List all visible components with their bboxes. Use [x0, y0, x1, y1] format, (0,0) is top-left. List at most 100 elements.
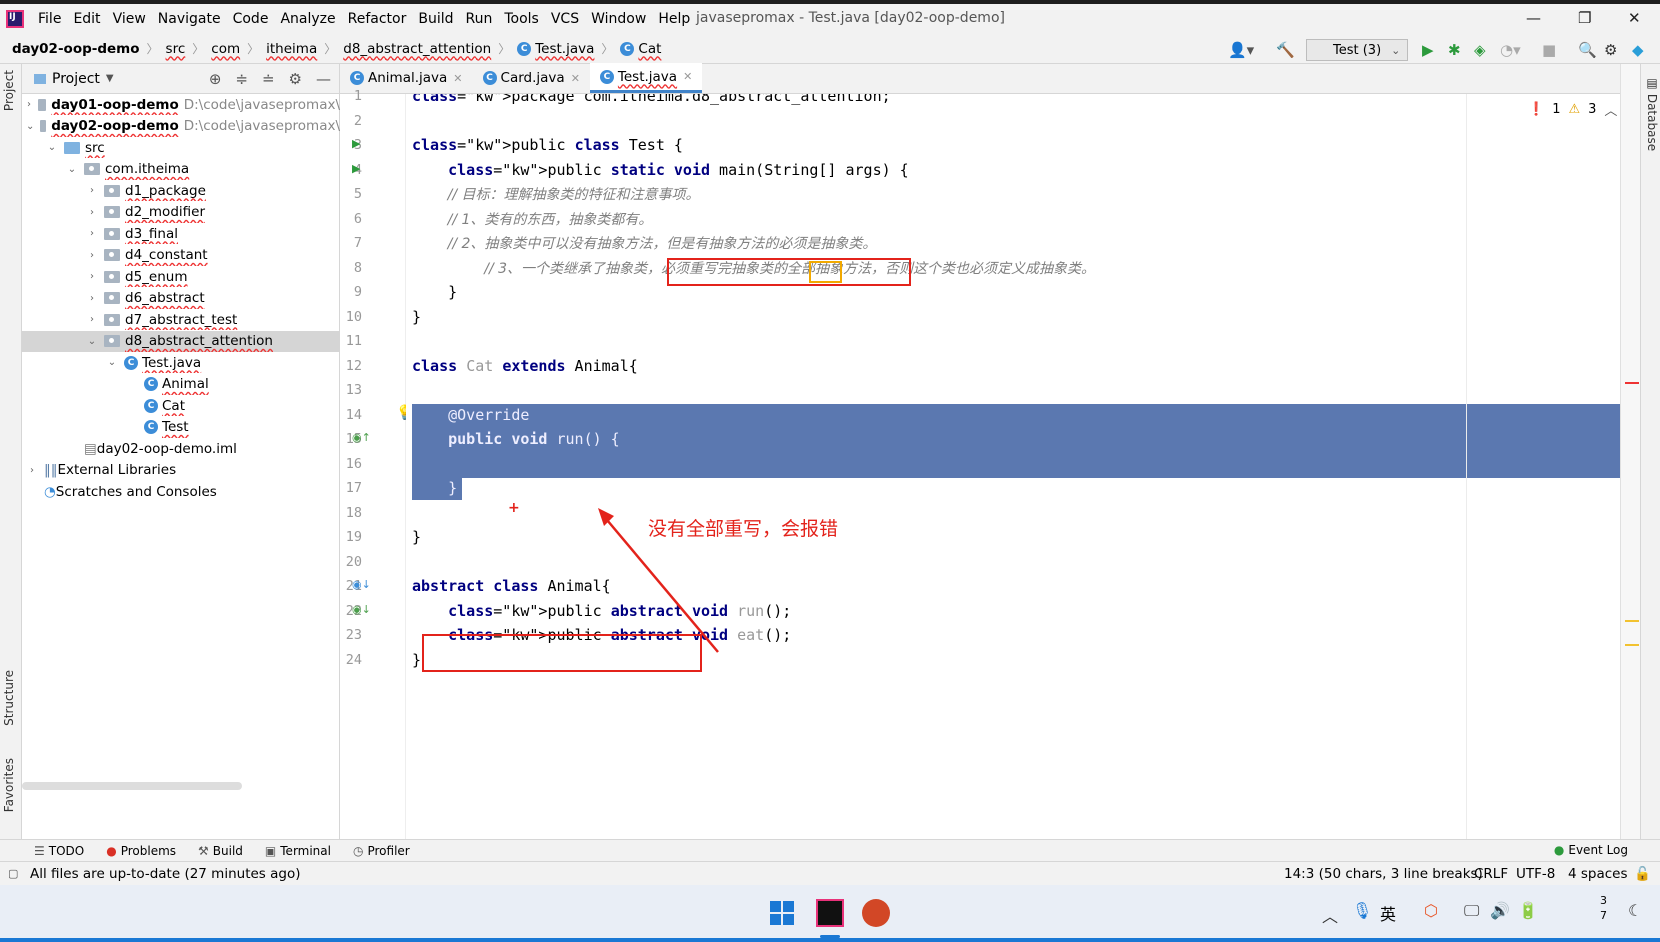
- tree-item[interactable]: › d4_constant: [22, 245, 340, 266]
- menu-help[interactable]: Help: [652, 11, 696, 27]
- caret-position[interactable]: 14:3 (50 chars, 3 line breaks): [1284, 866, 1483, 882]
- chevron-right-icon[interactable]: ›: [86, 207, 98, 218]
- code-line[interactable]: class Cat extends Animal{: [412, 354, 638, 379]
- database-tool-tab[interactable]: ▤ Database: [1645, 76, 1659, 151]
- chevron-down-icon[interactable]: ⌄: [106, 357, 118, 368]
- tree-item[interactable]: C Cat: [22, 395, 340, 416]
- tree-item[interactable]: ⌄ com.itheima: [22, 159, 340, 180]
- structure-tool-tab[interactable]: Structure: [2, 670, 16, 726]
- menu-code[interactable]: Code: [227, 11, 275, 27]
- code-line[interactable]: public void run() {: [412, 427, 620, 452]
- terminal-tool-button[interactable]: ▣ Terminal: [265, 844, 331, 858]
- build-tool-button[interactable]: ⚒ Build: [198, 844, 243, 858]
- menu-navigate[interactable]: Navigate: [152, 11, 227, 27]
- menu-tools[interactable]: Tools: [498, 11, 545, 27]
- chevron-right-icon[interactable]: ›: [86, 271, 98, 282]
- todo-tool-button[interactable]: ☰ TODO: [34, 844, 84, 858]
- run-icon[interactable]: ▶: [1422, 41, 1434, 59]
- chevron-right-icon[interactable]: ›: [86, 314, 98, 325]
- ime-indicator[interactable]: 英: [1380, 901, 1396, 925]
- code-line[interactable]: }: [412, 305, 421, 330]
- app-tray-icon[interactable]: ⬡: [1424, 901, 1438, 920]
- chevron-right-icon[interactable]: ›: [86, 228, 98, 239]
- network-icon[interactable]: 🖵: [1464, 901, 1479, 921]
- tree-item[interactable]: › d1_package: [22, 180, 340, 201]
- intellij-taskbar-icon[interactable]: [816, 899, 844, 927]
- run-gutter-icon[interactable]: ▶: [352, 137, 360, 150]
- project-tool-tab[interactable]: Project: [2, 70, 16, 111]
- tree-item[interactable]: ⌄ d8_abstract_attention: [22, 330, 340, 352]
- code-line[interactable]: // 目标：理解抽象类的特征和注意事项。: [412, 182, 700, 207]
- favorites-tool-tab[interactable]: Favorites: [2, 758, 16, 812]
- run-gutter-icon[interactable]: ▶: [352, 162, 360, 175]
- code-line[interactable]: class="kw">public class Test {: [412, 133, 683, 158]
- code-line[interactable]: class="kw">public static void main(Strin…: [412, 158, 909, 183]
- breadcrumb-item[interactable]: 〉 C Cat: [594, 40, 661, 57]
- chevron-down-icon[interactable]: ⌄: [86, 336, 98, 347]
- breadcrumb-item[interactable]: 〉 itheima: [240, 40, 317, 57]
- profile-icon[interactable]: ◔▾: [1500, 41, 1521, 59]
- close-tab-icon[interactable]: ✕: [571, 72, 580, 85]
- breadcrumb-item[interactable]: 〉 C Test.java: [491, 40, 594, 57]
- code-editor[interactable]: class="kw">package com.itheima.d8_abstra…: [406, 94, 1620, 839]
- tree-item[interactable]: ▤ day02-oop-demo.iml: [22, 438, 340, 459]
- project-panel-title[interactable]: Project: [52, 71, 100, 87]
- breadcrumb-item[interactable]: day02-oop-demo: [12, 41, 140, 57]
- tree-item[interactable]: ⌄ src: [22, 137, 340, 158]
- tree-item[interactable]: › d6_abstract: [22, 288, 340, 309]
- chevron-down-icon[interactable]: ▼: [106, 73, 114, 84]
- tree-item[interactable]: › day01-oop-demo D:\code\javasepromax\: [22, 94, 340, 115]
- close-icon[interactable]: ✕: [1628, 9, 1641, 27]
- code-line[interactable]: abstract class Animal{: [412, 574, 611, 599]
- restore-icon[interactable]: ❐: [1578, 9, 1591, 27]
- powerpoint-taskbar-icon[interactable]: [862, 899, 890, 927]
- chevron-down-icon[interactable]: ⌄: [26, 121, 34, 132]
- chevron-right-icon[interactable]: ›: [26, 99, 32, 110]
- menu-analyze[interactable]: Analyze: [274, 11, 341, 27]
- breadcrumb-item[interactable]: 〉 d8_abstract_attention: [317, 40, 491, 57]
- code-line[interactable]: // 1、类有的东西，抽象类都有。: [412, 207, 653, 232]
- stop-icon[interactable]: ■: [1542, 41, 1556, 59]
- tree-item[interactable]: › d3_final: [22, 223, 340, 244]
- menu-edit[interactable]: Edit: [67, 11, 106, 27]
- tree-item[interactable]: › ‖‖ External Libraries: [22, 460, 340, 481]
- windows-start-icon[interactable]: [768, 899, 796, 927]
- chevron-down-icon[interactable]: ⌄: [46, 142, 58, 153]
- indent-setting[interactable]: 4 spaces: [1568, 866, 1628, 882]
- problems-tool-button[interactable]: ● Problems: [106, 844, 176, 858]
- implemented-gutter-icon[interactable]: ◉↓: [352, 578, 371, 591]
- settings-gear-icon[interactable]: ⚙: [1604, 41, 1617, 59]
- profiler-tool-button[interactable]: ◷ Profiler: [353, 844, 410, 858]
- menu-build[interactable]: Build: [412, 11, 459, 27]
- implemented-gutter-icon[interactable]: ◉↓: [352, 603, 371, 616]
- chevron-up-icon[interactable]: ︿: [1604, 100, 1617, 119]
- menu-vcs[interactable]: VCS: [545, 11, 585, 27]
- menu-view[interactable]: View: [107, 11, 152, 27]
- chevron-right-icon[interactable]: ›: [86, 293, 98, 304]
- horizontal-scrollbar[interactable]: [22, 782, 242, 790]
- search-icon[interactable]: 🔍: [1578, 41, 1597, 59]
- menu-file[interactable]: File: [32, 11, 67, 27]
- code-line[interactable]: @Override: [412, 403, 529, 428]
- clock[interactable]: 37: [1600, 893, 1607, 923]
- tree-item[interactable]: ⌄ day02-oop-demo D:\code\javasepromax\: [22, 116, 340, 137]
- code-line[interactable]: class="kw">package com.itheima.d8_abstra…: [412, 94, 891, 109]
- lock-icon[interactable]: 🔓: [1634, 866, 1651, 882]
- close-tab-icon[interactable]: ✕: [683, 70, 692, 83]
- file-encoding[interactable]: UTF-8: [1516, 866, 1555, 882]
- debug-icon[interactable]: ✱: [1448, 41, 1461, 59]
- code-line[interactable]: }: [412, 476, 457, 501]
- error-stripe[interactable]: [1620, 64, 1640, 839]
- chevron-up-icon[interactable]: ︿: [1322, 903, 1338, 927]
- tree-item[interactable]: C Test: [22, 417, 340, 438]
- chevron-right-icon[interactable]: ›: [86, 250, 98, 261]
- breadcrumb-item[interactable]: 〉 src: [140, 40, 186, 57]
- locate-icon[interactable]: ⊕: [209, 70, 222, 88]
- warning-marker[interactable]: [1625, 620, 1639, 622]
- volume-icon[interactable]: 🔊: [1490, 901, 1510, 920]
- error-marker[interactable]: [1625, 382, 1639, 384]
- override-gutter-icon[interactable]: ◉↑: [352, 431, 371, 444]
- run-config-select[interactable]: Test (3) ⌄: [1306, 39, 1408, 61]
- event-log-button[interactable]: ● Event Log: [1554, 843, 1628, 857]
- code-line[interactable]: }: [412, 280, 457, 305]
